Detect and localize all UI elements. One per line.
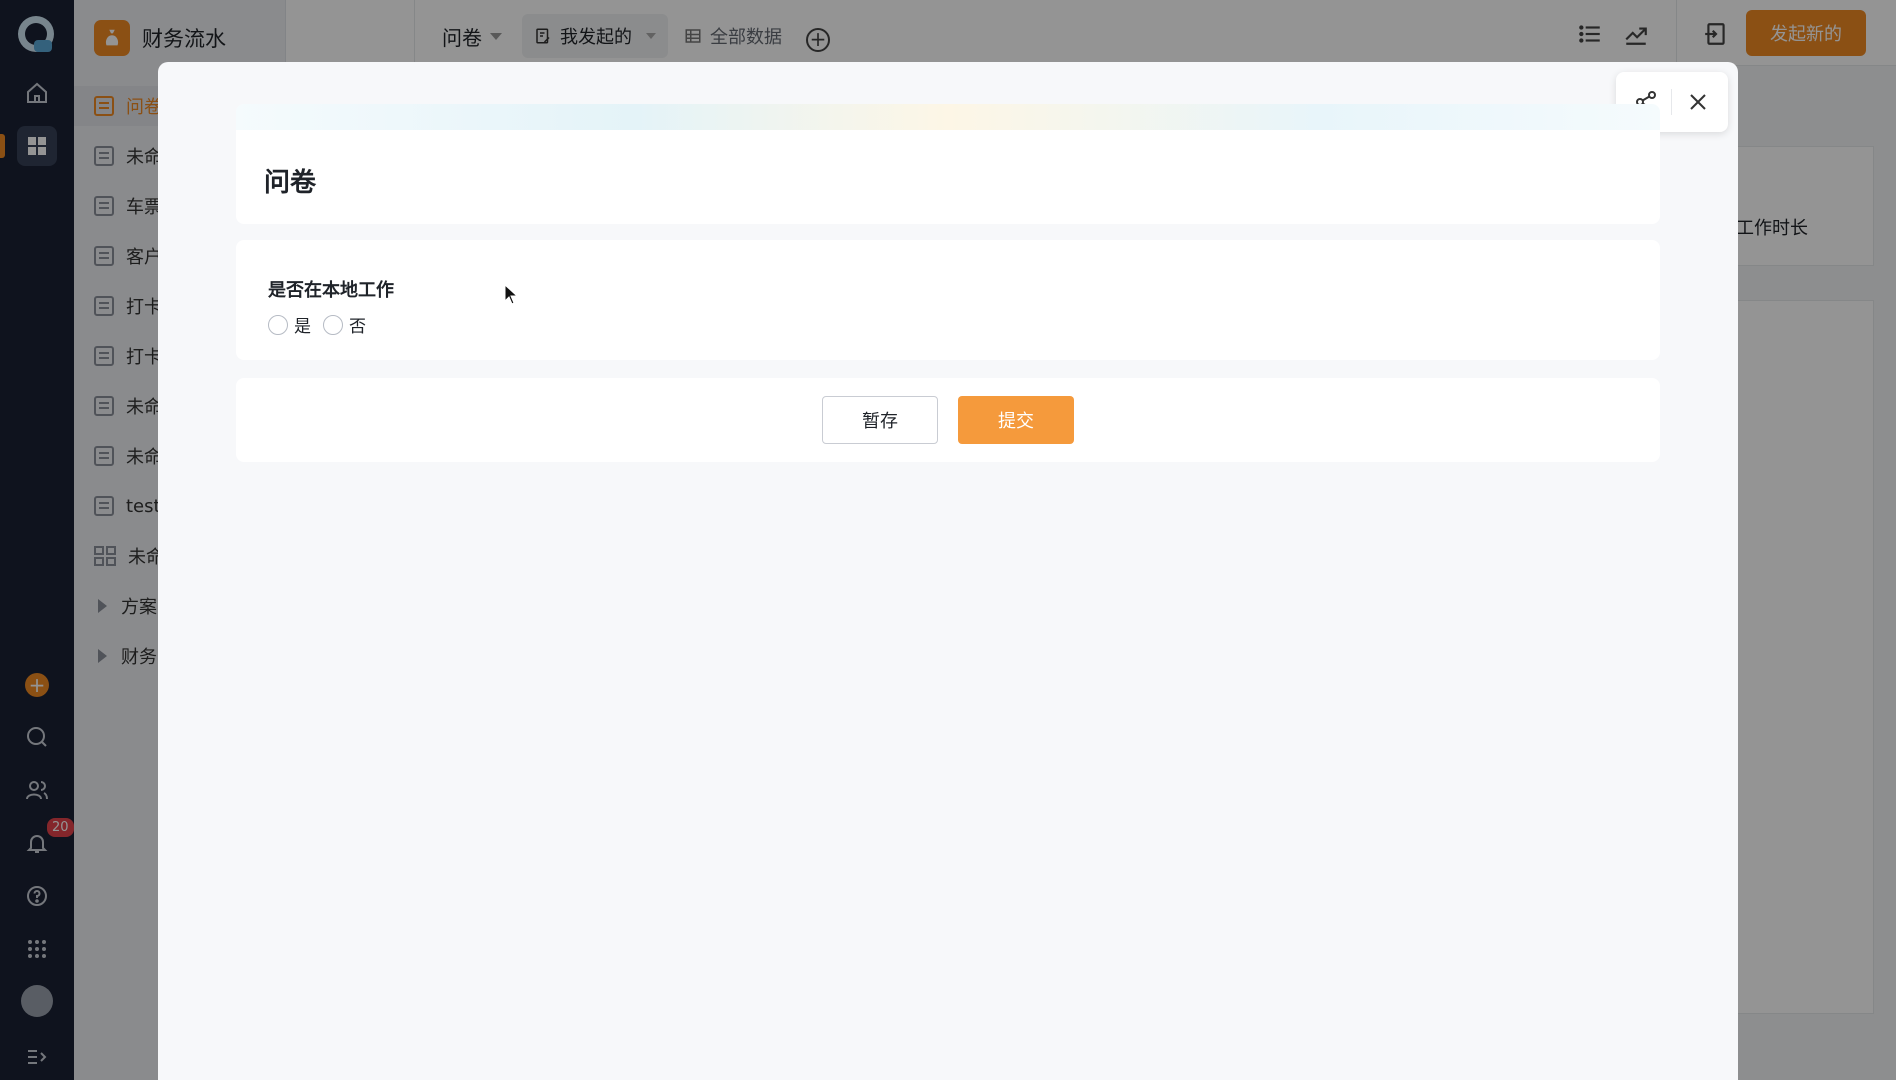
radio-option-no[interactable]: 否 <box>323 312 366 337</box>
radio-option-yes[interactable]: 是 <box>268 312 311 337</box>
form-title: 问卷 <box>264 168 317 198</box>
radio-label: 是 <box>294 317 311 337</box>
radio-circle[interactable] <box>268 314 288 335</box>
radio-circle[interactable] <box>323 314 343 335</box>
submit-button[interactable]: 提交 <box>958 396 1074 444</box>
divider <box>1671 89 1673 115</box>
question-label: 是否在本地工作 <box>268 280 394 301</box>
save-draft-button[interactable]: 暂存 <box>822 396 938 444</box>
close-icon[interactable] <box>1680 84 1716 120</box>
form-title-card: 问卷 <box>236 104 1660 224</box>
mouse-cursor-icon <box>504 284 518 305</box>
question-card: 是否在本地工作 是 否 <box>236 240 1660 360</box>
title-gradient-banner <box>236 104 1660 130</box>
radio-label: 否 <box>349 317 366 337</box>
form-actions-card: 暂存 提交 <box>236 378 1660 462</box>
